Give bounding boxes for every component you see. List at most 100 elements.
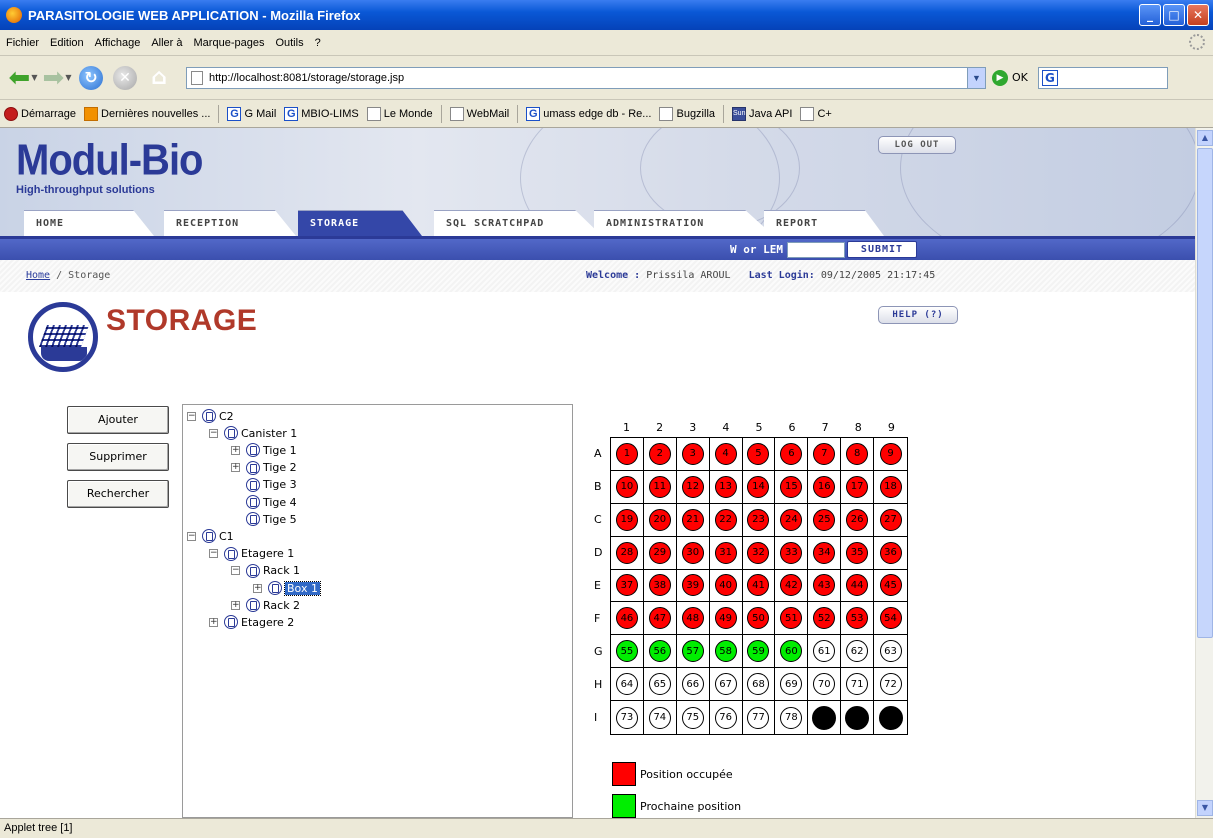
well-occupied[interactable]: 39 [681,574,704,597]
plate-cell[interactable]: 63 [874,635,907,669]
plate-cell[interactable]: 18 [874,471,907,504]
well-occupied[interactable]: 29 [648,541,671,564]
plate-cell[interactable]: 27 [874,504,907,537]
plate-cell[interactable]: 56 [643,635,677,669]
plate-cell[interactable]: 16 [808,470,842,504]
tree-node[interactable]: − C1 [187,528,234,544]
tree-node[interactable]: + Tige 2 [231,460,297,476]
search-button[interactable]: Rechercher [67,480,169,508]
plate-cell[interactable]: 57 [676,635,710,669]
well-free[interactable]: 76 [714,706,737,729]
plate-cell[interactable]: 71 [841,668,875,702]
well-occupied[interactable]: 1 [615,442,638,465]
well-occupied[interactable]: 18 [879,475,902,498]
bookmark-le-monde[interactable]: Le Monde [366,106,433,121]
plate-cell[interactable]: 70 [808,668,842,702]
well-free[interactable]: 68 [747,673,770,696]
well-occupied[interactable]: 2 [648,442,671,465]
well-free[interactable]: 78 [780,706,803,729]
well-free[interactable]: 73 [615,706,638,729]
menu-outils[interactable]: Outils [275,37,303,49]
well-occupied[interactable]: 41 [747,574,770,597]
tree-node[interactable]: Tige 5 [231,511,297,527]
tree-node[interactable]: − Canister 1 [209,425,297,441]
well-free[interactable]: 75 [681,706,704,729]
reload-button[interactable]: ↻ [76,63,106,93]
plate-cell[interactable]: 28 [611,536,644,570]
menu-marque-pages[interactable]: Marque-pages [194,37,265,49]
tree-node[interactable]: + Etagere 2 [209,614,294,630]
plate-cell[interactable]: 67 [709,668,743,702]
well-occupied[interactable]: 45 [879,574,902,597]
well-occupied[interactable]: 9 [879,442,902,465]
well-next[interactable]: 58 [714,640,737,663]
forward-button[interactable]: ➡ ▼ [42,63,72,93]
expand-icon[interactable]: + [209,617,218,627]
well-next[interactable]: 57 [681,640,704,663]
plate-cell[interactable]: 73 [611,701,644,734]
plate-cell[interactable]: 21 [676,503,710,537]
well-occupied[interactable]: 47 [648,607,671,630]
plate-cell[interactable] [874,701,907,734]
well-occupied[interactable]: 23 [747,508,770,531]
bookmark-dernieres-nouvelles[interactable]: Dernières nouvelles ... [84,106,210,121]
tree-node-label[interactable]: Etagere 2 [241,616,294,629]
well-occupied[interactable]: 21 [681,508,704,531]
well-free[interactable]: 64 [615,673,638,696]
well-occupied[interactable]: 28 [615,541,638,564]
tree-node[interactable]: − Rack 1 [231,563,300,579]
well-free[interactable]: 65 [648,673,671,696]
plate-cell[interactable]: 41 [742,569,776,603]
plate-cell[interactable]: 40 [709,569,743,603]
plate-cell[interactable]: 1 [611,438,644,471]
well-occupied[interactable]: 44 [846,574,869,597]
plate-cell[interactable]: 5 [742,438,776,471]
well-next[interactable]: 60 [780,640,803,663]
well-free[interactable]: 62 [846,640,869,663]
tab-reception[interactable]: RECEPTION [164,210,296,236]
tree-node-label[interactable]: Tige 2 [263,461,297,474]
well-occupied[interactable]: 6 [780,442,803,465]
well-next[interactable]: 56 [648,640,671,663]
logout-button[interactable]: LOG OUT [878,136,956,154]
plate-cell[interactable]: 12 [676,470,710,504]
go-button[interactable]: ▶ OK [992,69,1028,86]
plate-cell[interactable]: 55 [611,635,644,669]
plate-cell[interactable]: 9 [874,438,907,471]
tree-node[interactable]: + Tige 1 [231,442,297,458]
well-occupied[interactable]: 3 [681,442,704,465]
close-button[interactable]: ✕ [1187,4,1209,26]
collapse-icon[interactable]: − [209,428,218,438]
well-next[interactable]: 55 [615,640,638,663]
menu-affichage[interactable]: Affichage [95,37,141,49]
tree-node-label[interactable]: C2 [219,410,234,423]
plate-cell[interactable]: 23 [742,503,776,537]
well-free[interactable]: 66 [681,673,704,696]
plate-cell[interactable]: 50 [742,602,776,636]
plate-cell[interactable]: 4 [709,438,743,471]
well-occupied[interactable]: 26 [846,508,869,531]
well-free[interactable]: 63 [879,640,902,663]
bookmark-c-plus[interactable]: C+ [800,106,832,121]
delete-button[interactable]: Supprimer [67,443,169,471]
plate-cell[interactable]: 15 [775,470,809,504]
menu-aller[interactable]: Aller à [151,37,182,49]
bookmark-gmail[interactable]: GG Mail [227,106,276,121]
well-occupied[interactable]: 53 [846,607,869,630]
well-occupied[interactable]: 46 [615,607,638,630]
plate-cell[interactable]: 49 [709,602,743,636]
storage-tree[interactable]: − C2− Canister 1 + Tige 1 + Tige 2 Tige 3 Tige 4… [182,404,573,818]
plate-cell[interactable]: 45 [874,570,907,603]
well-occupied[interactable]: 4 [714,442,737,465]
well-occupied[interactable]: 25 [813,508,836,531]
plate-cell[interactable] [808,701,842,734]
plate-cell[interactable]: 76 [710,701,743,734]
home-button[interactable]: ⌂ [144,63,174,93]
collapse-icon[interactable]: − [209,549,218,559]
well-occupied[interactable]: 22 [714,508,737,531]
tree-node-label[interactable]: Tige 4 [263,496,297,509]
plate-cell[interactable]: 51 [775,602,809,636]
plate-cell[interactable]: 25 [808,503,842,537]
well-occupied[interactable]: 31 [714,541,737,564]
plate-cell[interactable]: 48 [676,602,710,636]
